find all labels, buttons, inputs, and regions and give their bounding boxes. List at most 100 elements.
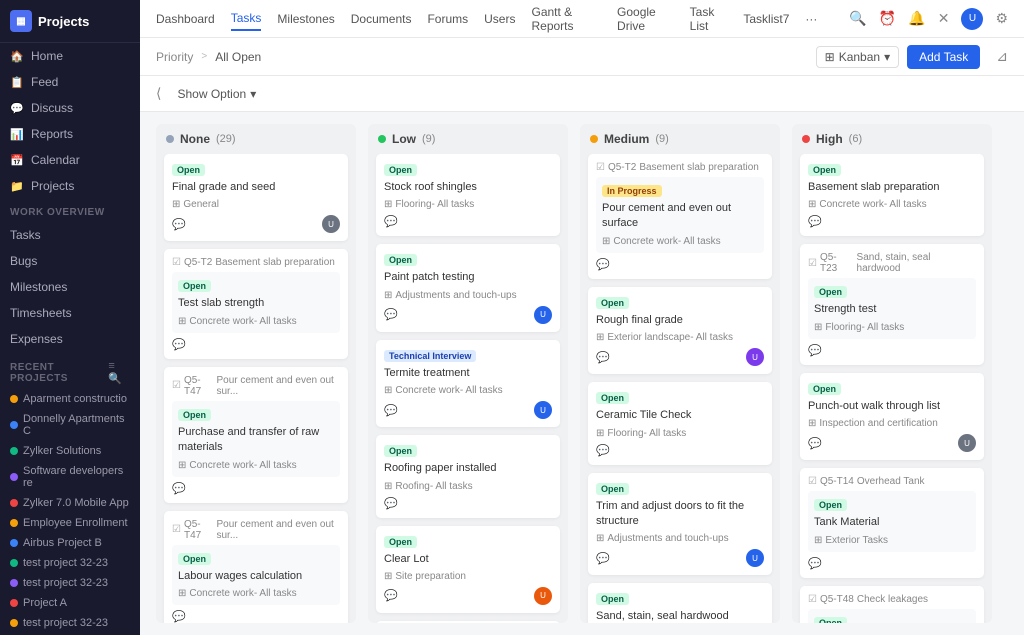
bell-icon[interactable]: 🔔 [908, 10, 925, 27]
topnav-item-milestones[interactable]: Milestones [277, 8, 334, 30]
inner-card[interactable]: OpenTest slab strength⊞Concrete work- Al… [172, 272, 340, 332]
sidebar-project-item[interactable]: Software developers re [0, 461, 140, 493]
sidebar-logo[interactable]: ▦ Projects [0, 0, 140, 43]
topnav-item-task_list[interactable]: Task List [690, 1, 728, 37]
sidebar-project-item[interactable]: Airbus Project B [0, 533, 140, 553]
card[interactable]: OpenPaint patch testing⊞Adjustments and … [376, 244, 560, 331]
card[interactable]: OpenRoofing paper installed⊞Roofing- All… [376, 435, 560, 517]
topnav-item-dashboard[interactable]: Dashboard [156, 8, 215, 30]
card[interactable]: OpenSand, stain, seal hardwood⊞Flooring-… [588, 583, 772, 623]
close-icon[interactable]: ✕ [938, 10, 950, 27]
card[interactable]: OpenTrim and adjust doors to fit the str… [588, 473, 772, 576]
work-label: Tasks [10, 228, 41, 242]
sidebar-project-item[interactable]: Zylker Solutions [0, 441, 140, 461]
checkbox-icon: ☑ [808, 258, 817, 269]
task-ref-id: Q5-T47 [184, 519, 214, 541]
topnav-item-documents[interactable]: Documents [351, 8, 412, 30]
user-avatar[interactable]: U [961, 8, 983, 30]
project-name: Donnelly Apartments C [23, 413, 130, 437]
comment-icon: 💬 [172, 610, 186, 623]
sidebar-item-projects[interactable]: 📁Projects [0, 173, 140, 199]
inner-card[interactable]: OpenStrength test⊞Flooring- All tasks [808, 278, 976, 338]
inner-card[interactable]: OpenLabour wages calculation⊞Concrete wo… [172, 545, 340, 605]
work-label: Bugs [10, 254, 37, 268]
sidebar-item-discuss[interactable]: 💬Discuss [0, 95, 140, 121]
card[interactable]: Technical InterviewTermite treatment⊞Con… [376, 340, 560, 427]
topnav-item-gantt_&_reports[interactable]: Gantt & Reports [531, 1, 601, 37]
topnav-item-users[interactable]: Users [484, 8, 515, 30]
sidebar-project-item[interactable]: Project A [0, 593, 140, 613]
inner-card[interactable]: OpenTank Material⊞Exterior Tasks [808, 491, 976, 551]
sidebar-project-item[interactable]: Aparment constructio [0, 389, 140, 409]
kanban-chevron: ▾ [884, 50, 890, 64]
sidebar-work-bugs[interactable]: Bugs [0, 248, 140, 274]
task-ref-title: Pour cement and even out sur... [217, 375, 341, 397]
sidebar-project-item[interactable]: test project 32-23 [0, 573, 140, 593]
checkbox-icon: ☑ [596, 162, 605, 173]
card-meta: ⊞Concrete work- All tasks [602, 236, 758, 247]
sidebar-project-item[interactable]: Zylker 7.0 Mobile App [0, 493, 140, 513]
sidebar-item-calendar[interactable]: 📅Calendar [0, 147, 140, 173]
kanban-button[interactable]: ⊞ Kanban ▾ [816, 46, 899, 68]
topnav-item-google_drive[interactable]: Google Drive [617, 1, 674, 37]
card[interactable]: OpenBasement slab preparation⊞Concrete w… [800, 154, 984, 236]
card[interactable]: ☑ Q5-T47 Pour cement and even out sur...… [164, 511, 348, 623]
clock-icon[interactable]: ⏰ [879, 10, 896, 27]
card-footer-icons: 💬 [384, 308, 398, 321]
inner-card[interactable]: OpenPurchase and transfer of raw materia… [172, 401, 340, 477]
project-name: Software developers re [23, 465, 130, 489]
card[interactable]: OpenClear Lot⊞Site preparation💬U [376, 526, 560, 613]
card[interactable]: OpenRough final grade⊞Exterior landscape… [588, 287, 772, 374]
card-meta: ⊞Concrete work- All tasks [178, 588, 334, 599]
project-name: test project 32-23 [23, 577, 108, 589]
breadcrumb-priority[interactable]: Priority [156, 50, 193, 64]
topnav-item-···[interactable]: ··· [805, 8, 817, 30]
card[interactable]: ☑ Q5-T2 Basement slab preparationIn Prog… [588, 154, 772, 279]
topnav-item-forums[interactable]: Forums [427, 8, 468, 30]
topnav-item-tasks[interactable]: Tasks [231, 7, 262, 31]
sidebar-project-item[interactable]: test project 32-23 [0, 553, 140, 573]
sidebar-item-feed[interactable]: 📋Feed [0, 69, 140, 95]
show-option-button[interactable]: Show Option ▾ [169, 84, 264, 104]
sidebar-work-timesheets[interactable]: Timesheets [0, 300, 140, 326]
sidebar-project-item[interactable]: test project 32-23 [0, 613, 140, 633]
sidebar-item-reports[interactable]: 📊Reports [0, 121, 140, 147]
card[interactable]: OpenCeramic Tile Check⊞Flooring- All tas… [588, 382, 772, 464]
breadcrumb-view[interactable]: All Open [215, 50, 261, 64]
collapse-button[interactable]: ⟨ [156, 85, 161, 102]
card[interactable]: ☑ Q5-T47 Pour cement and even out sur...… [164, 367, 348, 503]
sidebar-work-expenses[interactable]: Expenses [0, 326, 140, 352]
sidebar-project-item[interactable]: Donnelly Apartments C [0, 409, 140, 441]
card[interactable]: OpenStock roof shingles⊞Flooring- All ta… [376, 154, 560, 236]
logo-text: Projects [38, 14, 89, 29]
sidebar-item-home[interactable]: 🏠Home [0, 43, 140, 69]
card[interactable]: ☑ Q5-T48 Check leakagesOpenForce test⊞Ex… [800, 586, 984, 623]
card-tag: Open [814, 499, 847, 511]
show-option-label: Show Option [177, 87, 246, 101]
filter-icon[interactable]: ⊿ [996, 48, 1008, 65]
add-task-button[interactable]: Add Task [907, 45, 980, 69]
card-title: Pour cement and even out surface [602, 201, 758, 232]
card[interactable]: ☑ Q5-T23 Sand, stain, seal hardwoodOpenS… [800, 244, 984, 364]
card-avatar: U [746, 549, 764, 567]
settings-icon[interactable]: ⚙ [995, 10, 1008, 27]
topnav-item-tasklist7[interactable]: Tasklist7 [743, 8, 789, 30]
card[interactable]: ☑ Q5-T14 Overhead TankOpenTank Material⊞… [800, 468, 984, 577]
sidebar-work-milestones[interactable]: Milestones [0, 274, 140, 300]
recent-icons[interactable]: ≡ 🔍 [108, 360, 130, 385]
card-title: Basement slab preparation [808, 180, 976, 195]
card-avatar: U [534, 587, 552, 605]
sidebar-project-item[interactable]: Employee Enrollment [0, 513, 140, 533]
card[interactable]: OpenFinal grade and seed⊞General💬U [164, 154, 348, 241]
card-tag: Open [596, 593, 629, 605]
card[interactable]: OpenPunch-out walk through list⊞Inspecti… [800, 373, 984, 460]
sidebar-work-tasks[interactable]: Tasks [0, 222, 140, 248]
search-icon[interactable]: 🔍 [849, 10, 866, 27]
card[interactable]: OpenStake lot for excavation⊞General💬U [376, 621, 560, 623]
card[interactable]: ☑ Q5-T2 Basement slab preparationOpenTes… [164, 249, 348, 358]
card-footer-icons: 💬 [172, 482, 186, 495]
inner-card[interactable]: In ProgressPour cement and even out surf… [596, 177, 764, 253]
column-title: Medium [604, 132, 649, 146]
column-count: (9) [422, 133, 435, 145]
inner-card[interactable]: OpenForce test⊞Exterior Tasks [808, 609, 976, 623]
